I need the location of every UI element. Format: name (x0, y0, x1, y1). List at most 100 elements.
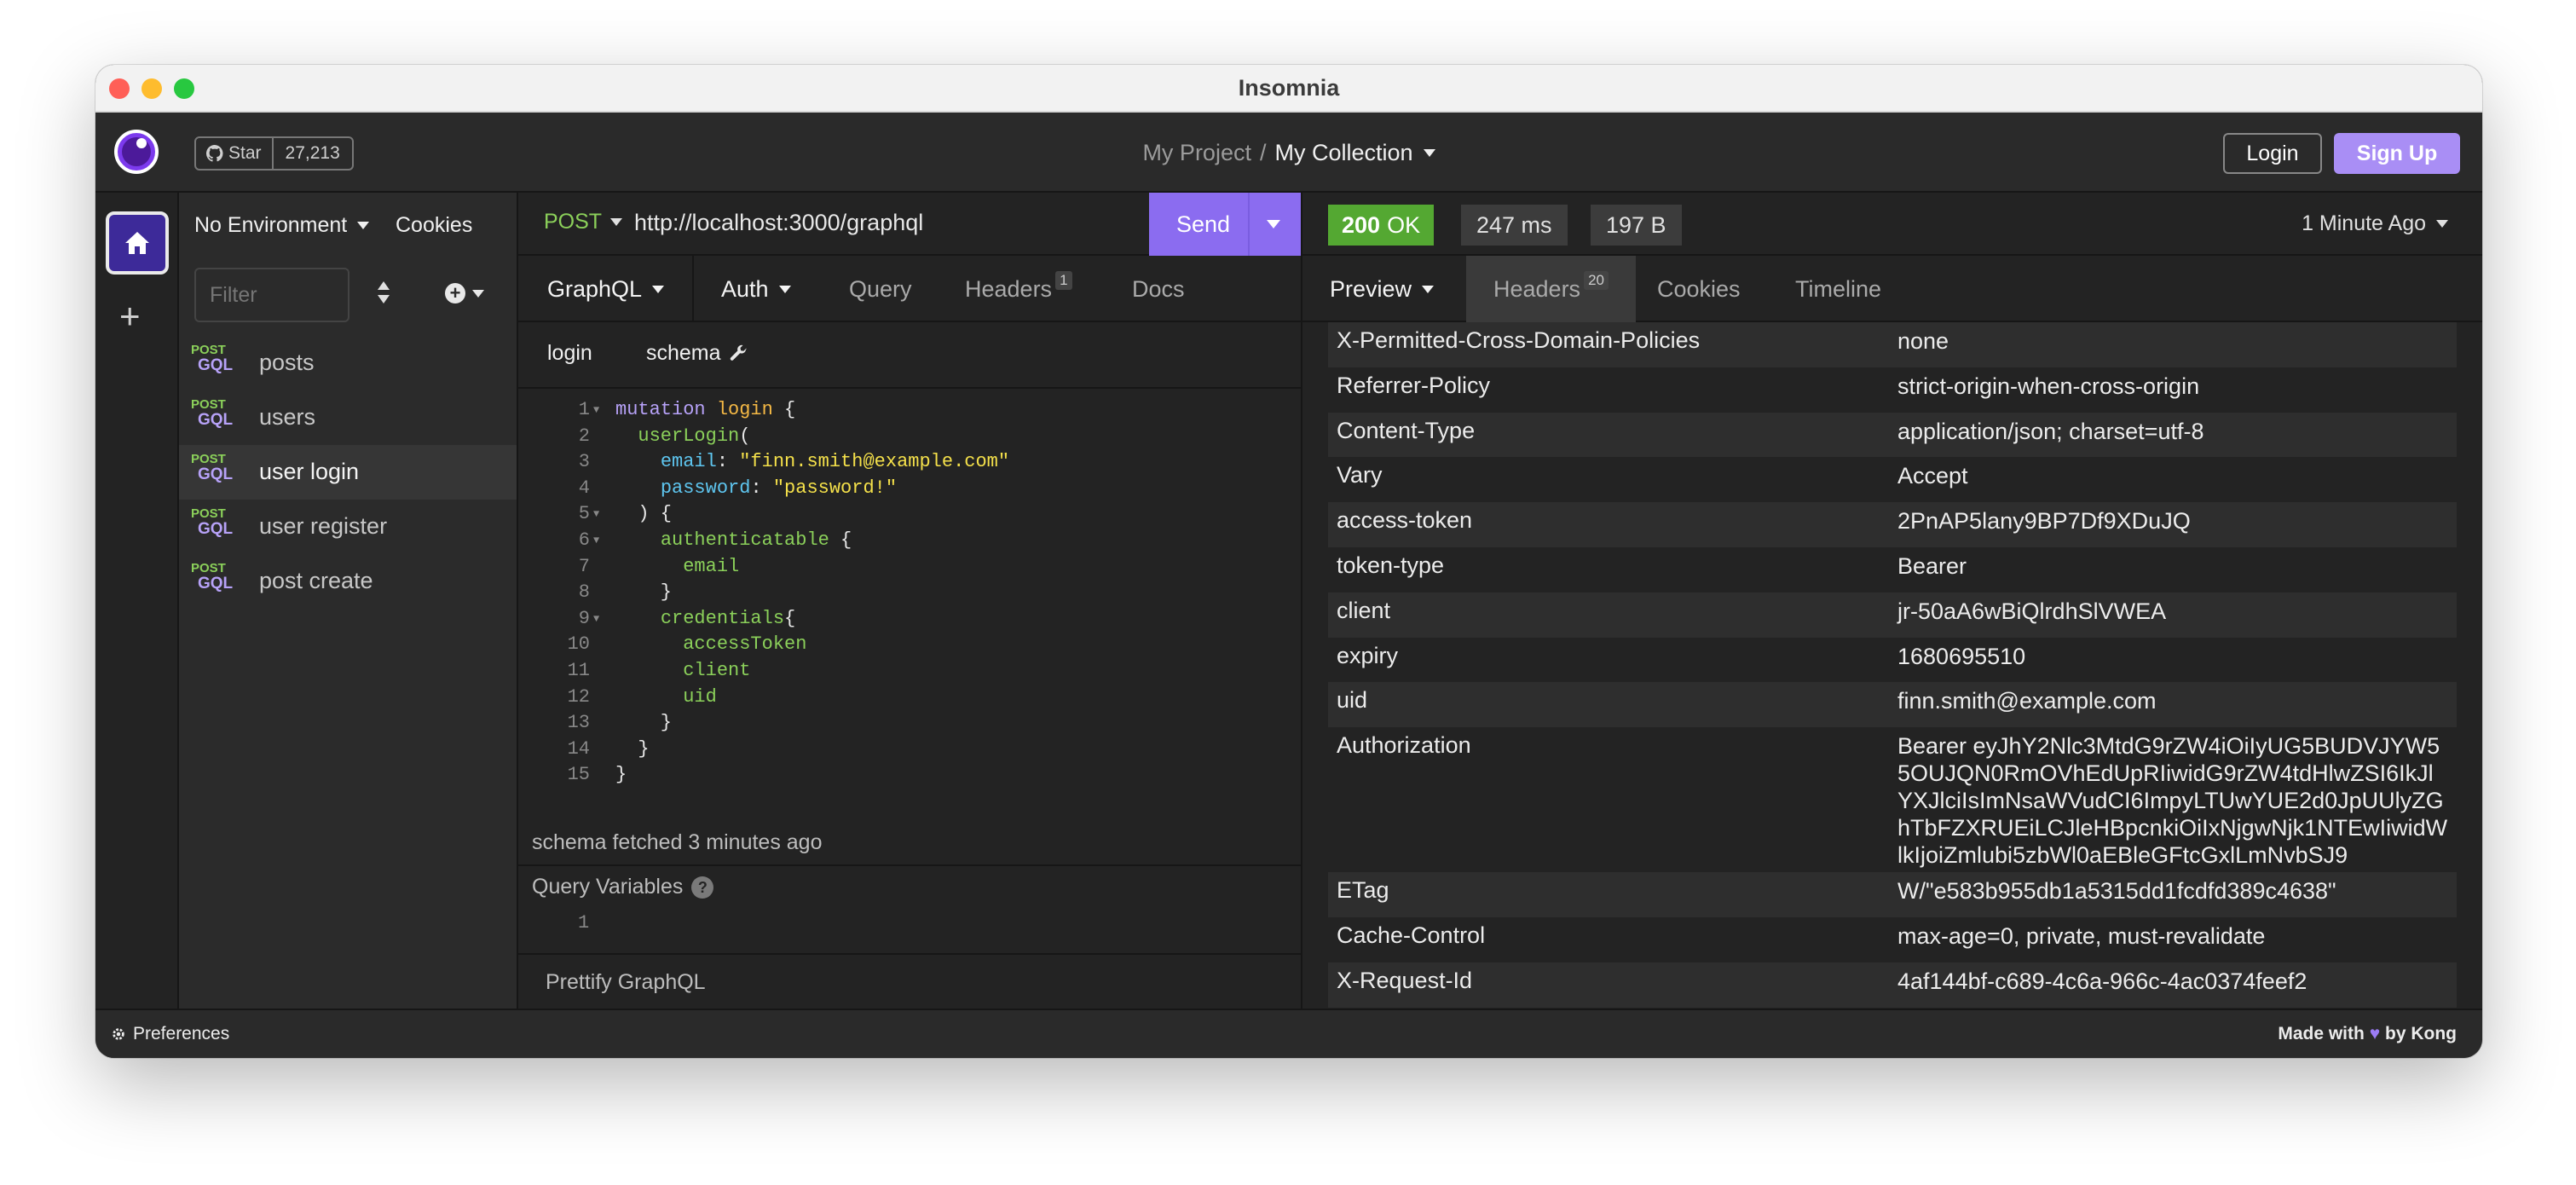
tab-auth[interactable]: Auth (721, 256, 791, 322)
code-token: } (615, 581, 673, 604)
tab-preview-label: Preview (1330, 275, 1412, 302)
list-item[interactable]: POST GQL post create (179, 554, 517, 609)
query-variables-header[interactable]: Query Variables ? (518, 864, 1301, 912)
made-with-suffix: by Kong (2385, 1024, 2457, 1043)
plus-circle-icon: + (445, 283, 465, 303)
list-item[interactable]: POST GQL posts (179, 336, 517, 390)
fold-chevron-icon[interactable]: ▼ (593, 613, 599, 625)
line-number: 11 (567, 660, 590, 681)
response-history-selector[interactable]: 1 Minute Ago (2302, 211, 2448, 236)
tab-preview[interactable]: Preview (1330, 256, 1435, 322)
tab-graphql[interactable]: GraphQL (547, 256, 665, 322)
chevron-down-icon[interactable] (1267, 220, 1280, 228)
code-token: } (615, 712, 673, 734)
list-item-active[interactable]: POST GQL user login (179, 445, 517, 500)
fold-chevron-icon[interactable]: ▼ (593, 508, 599, 520)
request-name: posts (259, 350, 315, 375)
headers-count-badge: 1 (1055, 271, 1072, 290)
list-item[interactable]: POST GQL user register (179, 500, 517, 554)
header-value: application/json; charset=utf-8 (1897, 418, 2204, 444)
add-request-button[interactable]: + (445, 283, 484, 303)
table-row: Authorization Bearer eyJhY2Nlc3MtdG9rZW4i… (1328, 727, 2457, 872)
signup-button[interactable]: Sign Up (2334, 133, 2460, 174)
fold-chevron-icon[interactable]: ▼ (593, 535, 599, 546)
graphql-editor[interactable]: 1 ▼ mutation login {2 userLogin(3 email: "… (518, 390, 1301, 817)
fold-chevron-icon[interactable]: ▼ (593, 404, 599, 416)
code-token: "password!" (772, 477, 898, 499)
method-badge: POST (191, 397, 226, 412)
tab-response-headers[interactable]: Headers 20 (1466, 256, 1636, 322)
home-icon (125, 232, 149, 254)
tab-schema[interactable]: schema (646, 341, 748, 366)
tab-docs[interactable]: Docs (1132, 256, 1185, 322)
close-window-button[interactable] (109, 78, 130, 99)
minimize-window-button[interactable] (142, 78, 162, 99)
made-with-kong[interactable]: Made with ♥ by Kong (2278, 1024, 2457, 1044)
breadcrumb: My Project / My Collection (95, 113, 2482, 193)
prettify-button[interactable]: Prettify GraphQL (546, 970, 706, 995)
environment-selector[interactable]: No Environment (194, 213, 370, 238)
code-token: ) { (615, 503, 673, 525)
gear-icon (113, 1028, 124, 1040)
code-line: } (615, 738, 649, 760)
maximize-window-button[interactable] (174, 78, 194, 99)
tab-timeline[interactable]: Timeline (1795, 256, 1881, 322)
header-value: strict-origin-when-cross-origin (1897, 373, 2200, 399)
chevron-down-icon (1422, 285, 1435, 293)
status-text: OK (1387, 211, 1421, 238)
add-workspace-icon[interactable]: + (119, 298, 141, 334)
sort-icon[interactable] (375, 281, 392, 309)
home-button[interactable] (106, 211, 169, 275)
code-token: accessToken (683, 633, 807, 656)
tab-graphql-label: GraphQL (547, 275, 643, 302)
code-line: authenticatable { (615, 529, 852, 551)
send-button[interactable]: Send (1149, 193, 1301, 256)
header-name: client (1337, 597, 1391, 623)
chevron-down-icon (472, 289, 484, 298)
filter-input[interactable] (194, 268, 349, 322)
code-token: password (660, 477, 751, 499)
method-selector[interactable]: POST (544, 210, 623, 234)
list-item[interactable]: POST GQL users (179, 390, 517, 445)
response-time-badge: 247 ms (1461, 205, 1568, 246)
help-icon[interactable]: ? (691, 876, 714, 899)
tab-query[interactable]: Query (849, 256, 912, 322)
line-number: 2 (578, 425, 590, 447)
chevron-down-icon (610, 218, 623, 226)
code-line: email (615, 556, 739, 577)
tab-login[interactable]: login (547, 341, 592, 366)
sidebar: No Environment Cookies + POST GQL posts … (179, 193, 518, 1009)
tab-cookies[interactable]: Cookies (1657, 256, 1741, 322)
response-pane: 200 OK 247 ms 197 B 1 Minute Ago Preview… (1302, 193, 2482, 1009)
header-name: Content-Type (1337, 417, 1476, 443)
chevron-down-icon (778, 285, 791, 293)
code-token: email (683, 555, 740, 577)
url-input[interactable]: http://localhost:3000/graphql (634, 210, 923, 236)
table-row: Referrer-Policy strict-origin-when-cross-… (1328, 367, 2457, 413)
preferences-button[interactable]: Preferences (111, 1024, 229, 1044)
login-button[interactable]: Login (2223, 133, 2322, 174)
header-value: 1680695510 (1897, 643, 2026, 669)
environment-label: No Environment (194, 213, 348, 237)
line-number: 15 (567, 764, 590, 786)
chevron-down-icon[interactable] (1423, 148, 1435, 157)
line-number: 14 (567, 737, 590, 760)
tab-headers[interactable]: Headers 1 (965, 256, 1072, 322)
code-line: } (615, 581, 672, 603)
code-line: password: "password!" (615, 477, 897, 499)
breadcrumb-collection[interactable]: My Collection (1274, 140, 1412, 166)
header-name: uid (1337, 687, 1368, 714)
line-number: 7 (578, 555, 590, 577)
prettify-bar: Prettify GraphQL (518, 953, 1301, 1009)
query-variables-label: Query Variables (532, 875, 684, 899)
header-name: Referrer-Policy (1337, 372, 1491, 398)
table-row: client jr-50aA6wBiQlrdhSlVWEA (1328, 592, 2457, 638)
code-line: ) { (615, 503, 672, 524)
cookies-button[interactable]: Cookies (396, 213, 472, 238)
breadcrumb-project[interactable]: My Project (1142, 140, 1251, 166)
top-bar: Star 27,213 My Project / My Collection L… (95, 113, 2482, 193)
